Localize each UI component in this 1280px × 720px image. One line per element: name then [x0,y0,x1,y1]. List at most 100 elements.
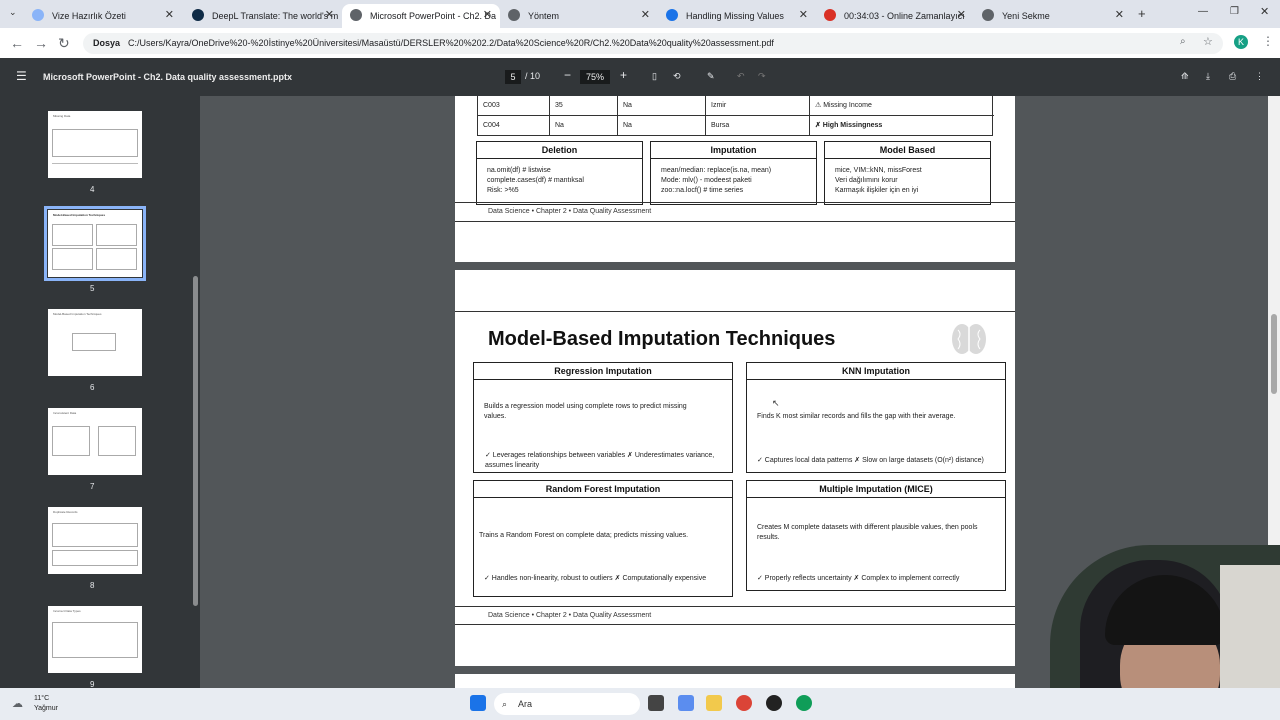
close-window-icon[interactable]: ✕ [1260,5,1269,18]
sidebar-menu-icon[interactable]: ☰ [16,69,27,83]
imputation-box: Imputation mean/median: replace(is.na, m… [650,141,817,205]
back-icon[interactable]: ← [10,35,24,51]
tab-1[interactable]: DeepL Translate: The world's m ✕ [184,4,342,28]
thumbnail-page-8[interactable]: Duplicate Records [48,507,142,574]
zoom-icon[interactable]: ⌕ [1180,36,1186,47]
chrome-icon[interactable] [736,695,752,711]
chrome-active-icon[interactable] [796,695,812,711]
menu-dots-icon[interactable]: ⋮ [1262,34,1274,48]
table-cell: Na [618,96,706,116]
tab-4[interactable]: Handling Missing Values ✕ [658,4,816,28]
file-explorer-icon[interactable] [706,695,722,711]
thumbnail-title: Inconsistent Data [53,411,77,415]
table-cell: C003 [478,96,550,116]
tab-label: Vize Hazırlık Özeti [52,11,126,21]
brain-icon [952,324,986,354]
box-line: na.omit(df) # listwise [487,167,551,174]
zoom-out-button[interactable]: − [564,68,571,82]
model-based-box: Model Based mice, VIM::kNN, missForest V… [824,141,991,205]
annotate-icon[interactable]: ✎ [707,71,715,82]
rotate-icon[interactable]: ⟲ [673,71,681,82]
pdf-page-4: C003 35 Na Izmir ⚠ Missing Income C004 N… [455,96,1015,262]
sidebar-scroll-thumb[interactable] [193,276,198,606]
download-icon[interactable]: ⤓ [1206,71,1210,82]
table-cell: ✗ High Missingness [815,122,883,129]
thumbnail-page-6[interactable]: Model-Based Imputation Techniques [48,309,142,376]
thumbnail-page-9[interactable]: Incorrect Data Types [48,606,142,673]
bookmark-star-icon[interactable]: ☆ [1203,35,1213,48]
print-icon[interactable]: ⎙ [1229,71,1236,82]
box-title: Regression Imputation [474,363,732,380]
table-cell: ⚠ Missing Income [815,102,872,109]
page-footer: Data Science • Chapter 2 • Data Quality … [488,208,652,215]
box-line: mean/median: replace(is.na, mean) [661,167,772,174]
table-cell: 35 [550,96,618,116]
tab-favicon-icon [666,9,678,21]
site-info-label[interactable]: Dosya [93,38,120,48]
task-view-icon[interactable] [648,695,664,711]
document-scroll-thumb[interactable] [1271,314,1277,394]
thumbnail-number: 7 [90,482,95,491]
new-tab-icon[interactable]: + [1138,6,1146,21]
footer-rule [455,202,1015,203]
pdf-page-6 [455,674,1015,688]
tab-6[interactable]: Yeni Sekme ✕ [974,4,1132,28]
weather-condition: Yağmur [34,705,58,712]
fit-page-icon[interactable]: ▯ [652,71,657,82]
thumbnail-page-7[interactable]: Inconsistent Data [48,408,142,475]
undo-icon[interactable]: ↶ [737,71,745,82]
windows-start-icon[interactable] [470,695,486,711]
tab-0[interactable]: Vize Hazırlık Özeti ✕ [24,4,182,28]
minimize-icon[interactable]: — [1198,6,1208,17]
tab-label: 00:34:03 - Online Zamanlayıcı [844,11,965,21]
maximize-icon[interactable]: ❐ [1230,6,1239,17]
tab-3[interactable]: Yöntem ✕ [500,4,658,28]
save-to-drive-icon[interactable]: ⟰ [1181,71,1189,82]
url-text: C:/Users/Kayra/OneDrive%20-%20İstinye%20… [128,38,774,48]
header-rule [455,311,1015,312]
pdf-toolbar: ☰ Microsoft PowerPoint - Ch2. Data quali… [0,58,1280,96]
weather-widget[interactable]: 11°C Yağmur [34,694,58,714]
page-number-input[interactable]: 5 [505,70,521,84]
tab-label: Yeni Sekme [1002,11,1050,21]
close-icon[interactable]: ✕ [799,8,808,21]
forward-icon[interactable]: → [34,35,48,51]
close-icon[interactable]: ✕ [641,8,650,21]
box-title: Multiple Imputation (MICE) [747,481,1005,498]
tab-strip: ⌄ Vize Hazırlık Özeti ✕ DeepL Translate: … [0,0,1280,28]
sidebar-scrollbar[interactable] [191,96,200,688]
more-icon[interactable]: ⋮ [1255,71,1264,82]
reload-icon[interactable]: ↻ [58,35,70,52]
redo-icon[interactable]: ↷ [758,71,766,82]
tab-label: Handling Missing Values [686,11,784,21]
box-line: Veri dağılımını korur [835,177,898,184]
address-input[interactable]: Dosya C:/Users/Kayra/OneDrive%20-%20İstin… [83,33,1223,54]
close-icon[interactable]: ✕ [483,8,492,21]
random-forest-imputation-box: Random Forest Imputation Trains a Random… [473,480,733,597]
tab-label: DeepL Translate: The world's m [212,11,339,21]
avatar[interactable]: K [1234,35,1248,49]
close-icon[interactable]: ✕ [1115,8,1124,21]
tab-favicon-icon [824,9,836,21]
mouse-cursor: ↖ [772,398,780,408]
tab-5[interactable]: 00:34:03 - Online Zamanlayıcı ✕ [816,4,974,28]
close-icon[interactable]: ✕ [325,8,334,21]
tab-2[interactable]: Microsoft PowerPoint - Ch2. Da ✕ [342,4,500,28]
tab-favicon-icon [350,9,362,21]
search-placeholder: Ara [518,699,533,709]
thumbnail-page-4[interactable]: Missing Data [48,111,142,178]
tab-search-icon[interactable]: ⌄ [9,7,17,18]
github-icon[interactable] [766,695,782,711]
weather-icon: ☁ [12,698,23,710]
close-icon[interactable]: ✕ [165,8,174,21]
close-icon[interactable]: ✕ [957,8,966,21]
zoom-in-button[interactable]: + [620,68,627,82]
thumbnail-page-5[interactable]: Model-Based Imputation Techniques [44,206,146,281]
thumbnail-title: Model-Based Imputation Techniques [53,312,102,316]
box-title: Model Based [825,142,990,159]
copilot-icon[interactable] [678,695,694,711]
box-title: Random Forest Imputation [474,481,732,498]
page-total: / 10 [525,71,541,81]
zoom-level-input[interactable]: 75% [580,70,610,84]
taskbar-search[interactable]: ⌕ Ara [494,693,640,715]
